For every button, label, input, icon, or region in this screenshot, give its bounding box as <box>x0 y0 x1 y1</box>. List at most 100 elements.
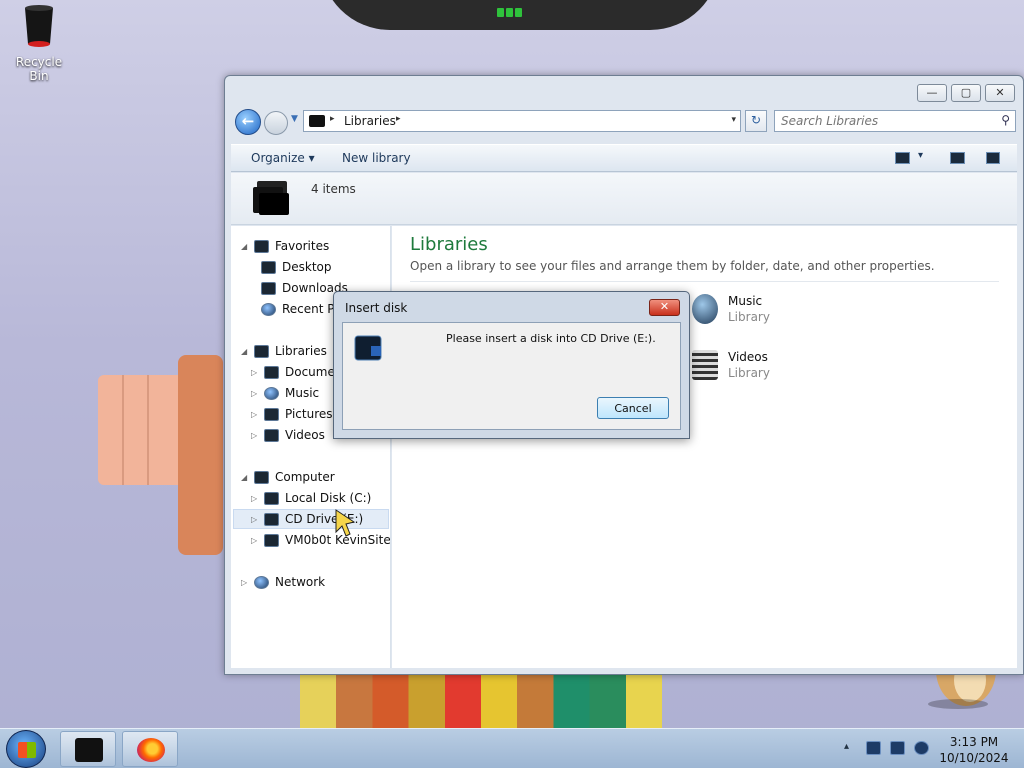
cd-drive-icon <box>264 512 279 526</box>
dialog-body: Please insert a disk into CD Drive (E:).… <box>342 322 681 430</box>
tree-favorites[interactable]: ◢ Favorites <box>241 236 329 256</box>
magnifier-icon[interactable]: ⚲ <box>1001 113 1010 127</box>
show-hidden-icons-button[interactable]: ▴ <box>844 741 849 752</box>
start-button[interactable] <box>6 730 46 768</box>
documents-icon <box>264 365 279 379</box>
expand-arrow-icon[interactable]: ▷ <box>251 536 261 545</box>
collapse-arrow-icon[interactable]: ◢ <box>241 242 251 251</box>
expand-arrow-icon[interactable]: ▷ <box>251 431 261 440</box>
wallpaper-green-lights <box>497 6 527 17</box>
collapse-arrow-icon[interactable]: ◢ <box>241 473 251 482</box>
insert-disk-dialog: Insert disk ✕ Please insert a disk into … <box>333 291 690 439</box>
maximize-button[interactable]: ▢ <box>951 84 981 102</box>
music-library-icon <box>692 294 718 324</box>
page-title: Libraries <box>410 234 488 255</box>
recent-pages-dropdown[interactable]: ▼ <box>291 114 298 124</box>
star-icon <box>254 239 269 253</box>
chevron-down-icon: ▾ <box>308 151 315 165</box>
details-header: 4 items <box>231 173 1017 225</box>
cancel-button[interactable]: Cancel <box>597 397 669 419</box>
network-drive-icon <box>264 533 279 547</box>
back-button[interactable]: ← <box>235 109 261 135</box>
tree-label: Music <box>285 386 320 400</box>
clock-time: 3:13 PM <box>949 735 999 749</box>
firefox-icon <box>137 738 165 762</box>
close-window-button[interactable]: ✕ <box>985 84 1015 102</box>
recycle-bin-icon <box>25 5 53 47</box>
breadcrumb-libraries[interactable]: Libraries <box>344 114 396 128</box>
tree-computer-local-disk[interactable]: ▷ Local Disk (C:) <box>251 488 371 508</box>
refresh-button[interactable]: ↻ <box>745 110 767 132</box>
expand-arrow-icon[interactable]: ▷ <box>251 410 261 419</box>
action-center-icon[interactable] <box>866 741 881 755</box>
item-count: 4 items <box>311 182 356 196</box>
music-icon <box>264 386 279 400</box>
tree-network[interactable]: ▷ Network <box>241 572 325 592</box>
expand-arrow-icon[interactable]: ▷ <box>251 368 261 377</box>
minimize-button[interactable]: — <box>917 84 947 102</box>
view-options-dropdown[interactable]: ▾ <box>918 150 923 161</box>
tree-libraries-music[interactable]: ▷ Music <box>251 383 319 403</box>
expand-arrow-icon[interactable]: ▷ <box>251 389 261 398</box>
organize-label: Organize <box>251 151 305 165</box>
library-name: Videos <box>728 350 768 364</box>
expand-arrow-icon[interactable]: ▷ <box>241 578 251 587</box>
tree-label: Favorites <box>275 239 330 253</box>
breadcrumb-chevron-icon[interactable]: ▸ <box>330 114 335 124</box>
videos-library-icon <box>692 350 718 380</box>
tree-libraries-videos[interactable]: ▷ Videos <box>251 425 325 445</box>
network-tray-icon[interactable] <box>890 741 905 755</box>
preview-pane-icon[interactable] <box>950 152 965 164</box>
libraries-icon <box>309 115 325 127</box>
tree-computer-network-drive[interactable]: ▷ VM0b0t KevinSite <box>251 530 390 550</box>
tree-computer-cd-drive[interactable]: ▷ CD Drive (E:) <box>233 509 389 529</box>
tree-libraries-pictures[interactable]: ▷ Pictures <box>251 404 333 424</box>
tree-label: Network <box>275 575 326 589</box>
system-clock[interactable]: 3:13 PM 10/10/2024 <box>930 734 1018 766</box>
taskbar-explorer-button[interactable] <box>60 731 116 767</box>
library-type: Library <box>728 366 770 380</box>
volume-icon[interactable] <box>914 741 929 755</box>
forward-button[interactable] <box>264 111 288 135</box>
page-description: Open a library to see your files and arr… <box>410 259 935 273</box>
downloads-icon <box>261 281 276 295</box>
search-input[interactable] <box>775 111 985 131</box>
dialog-close-button[interactable]: ✕ <box>649 299 680 316</box>
tree-libraries[interactable]: ◢ Libraries <box>241 341 327 361</box>
taskbar: ▴ 3:13 PM 10/10/2024 <box>0 728 1024 768</box>
collapse-arrow-icon[interactable]: ◢ <box>241 347 251 356</box>
divider <box>410 281 999 282</box>
taskbar-firefox-button[interactable] <box>122 731 178 767</box>
search-box[interactable]: ⚲ <box>774 110 1016 132</box>
tree-computer[interactable]: ◢ Computer <box>241 467 335 487</box>
library-item-music[interactable]: Music Library <box>692 292 812 332</box>
computer-icon <box>254 470 269 484</box>
new-library-button[interactable]: New library <box>342 151 411 165</box>
tree-label: Computer <box>275 470 335 484</box>
arrow-left-icon: ← <box>241 112 255 130</box>
wallpaper-lego-bricks <box>300 672 662 730</box>
change-view-icon[interactable] <box>895 152 910 164</box>
tree-favorites-desktop[interactable]: Desktop <box>261 257 332 277</box>
cd-drive-icon <box>354 335 382 361</box>
breadcrumb-chevron-icon[interactable]: ▸ <box>396 114 401 124</box>
explorer-icon <box>75 738 103 762</box>
tree-label: Videos <box>285 428 325 442</box>
libraries-icon <box>254 344 269 358</box>
command-bar: Organize ▾ New library ▾ <box>231 144 1017 172</box>
help-icon[interactable] <box>986 152 1000 164</box>
address-dropdown-icon[interactable]: ▾ <box>731 115 736 125</box>
recycle-bin-desktop-icon[interactable]: Recycle Bin <box>6 4 72 83</box>
wallpaper-lego-hand <box>98 355 223 555</box>
libraries-large-icon <box>253 181 289 215</box>
tree-label: Desktop <box>282 260 332 274</box>
videos-icon <box>264 428 279 442</box>
library-type: Library <box>728 310 770 324</box>
library-item-videos[interactable]: Videos Library <box>692 348 812 388</box>
organize-button[interactable]: Organize ▾ <box>251 151 315 165</box>
library-name: Music <box>728 294 763 308</box>
expand-arrow-icon[interactable]: ▷ <box>251 515 261 524</box>
clock-date: 10/10/2024 <box>939 751 1009 765</box>
address-bar[interactable]: ▸ Libraries ▸ ▾ <box>303 110 741 132</box>
expand-arrow-icon[interactable]: ▷ <box>251 494 261 503</box>
